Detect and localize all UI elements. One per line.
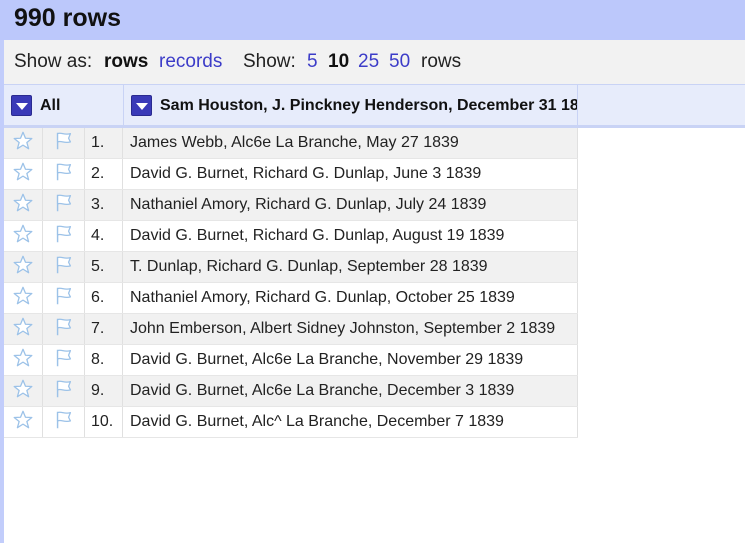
star-icon[interactable]	[12, 378, 34, 405]
table-header: All Sam Houston, J. Pinckney Henderson, …	[4, 84, 745, 128]
star-cell	[4, 252, 43, 282]
flag-cell	[43, 407, 85, 437]
flag-icon[interactable]	[53, 223, 75, 250]
row-count-title: 990 rows	[14, 4, 122, 32]
page-size-25[interactable]: 25	[358, 51, 379, 73]
row-value[interactable]: David G. Burnet, Richard G. Dunlap, Augu…	[123, 221, 578, 251]
page-size-5[interactable]: 5	[307, 51, 318, 73]
flag-icon[interactable]	[53, 254, 75, 281]
table-row: 6. Nathaniel Amory, Richard G. Dunlap, Oc…	[4, 283, 578, 314]
star-icon[interactable]	[12, 254, 34, 281]
row-number: 1.	[85, 128, 123, 158]
star-cell	[4, 407, 43, 437]
row-number: 2.	[85, 159, 123, 189]
flag-cell	[43, 190, 85, 220]
row-number: 7.	[85, 314, 123, 344]
flag-icon[interactable]	[53, 285, 75, 312]
flag-icon[interactable]	[53, 316, 75, 343]
dropdown-arrow-icon[interactable]	[131, 95, 152, 116]
flag-cell	[43, 283, 85, 313]
table-row: 1. James Webb, Alc6e La Branche, May 27 1…	[4, 128, 578, 159]
flag-cell	[43, 314, 85, 344]
star-cell	[4, 221, 43, 251]
flag-cell	[43, 376, 85, 406]
row-value[interactable]: John Emberson, Albert Sidney Johnston, S…	[123, 314, 578, 344]
table-row: 3. Nathaniel Amory, Richard G. Dunlap, Ju…	[4, 190, 578, 221]
table-row: 9. David G. Burnet, Alc6e La Branche, Dec…	[4, 376, 578, 407]
flag-cell	[43, 345, 85, 375]
star-cell	[4, 345, 43, 375]
row-value[interactable]: David G. Burnet, Alc6e La Branche, Novem…	[123, 345, 578, 375]
table-row: 2. David G. Burnet, Richard G. Dunlap, Ju…	[4, 159, 578, 190]
star-icon[interactable]	[12, 130, 34, 157]
star-cell	[4, 314, 43, 344]
star-cell	[4, 376, 43, 406]
star-icon[interactable]	[12, 285, 34, 312]
star-icon[interactable]	[12, 347, 34, 374]
title-bar: 990 rows	[0, 0, 745, 40]
data-column-header: Sam Houston, J. Pinckney Henderson, Dece…	[124, 85, 578, 126]
star-cell	[4, 159, 43, 189]
row-value[interactable]: Nathaniel Amory, Richard G. Dunlap, July…	[123, 190, 578, 220]
all-column-header: All	[4, 85, 124, 126]
dropdown-arrow-icon[interactable]	[11, 95, 32, 116]
row-number: 10.	[85, 407, 123, 437]
row-number: 4.	[85, 221, 123, 251]
show-as-label: Show as:	[14, 51, 93, 72]
rows-suffix: rows	[421, 51, 462, 72]
row-value[interactable]: David G. Burnet, Alc^ La Branche, Decemb…	[123, 407, 578, 437]
star-icon[interactable]	[12, 409, 34, 436]
star-cell	[4, 128, 43, 158]
flag-cell	[43, 128, 85, 158]
star-icon[interactable]	[12, 161, 34, 188]
star-cell	[4, 283, 43, 313]
row-number: 5.	[85, 252, 123, 282]
view-controls: Show as: rows records Show: 5 10 25 50 r…	[4, 40, 745, 84]
star-icon[interactable]	[12, 223, 34, 250]
star-icon[interactable]	[12, 192, 34, 219]
flag-icon[interactable]	[53, 130, 75, 157]
rows-mode-option[interactable]: rows	[104, 51, 148, 73]
row-number: 8.	[85, 345, 123, 375]
flag-cell	[43, 252, 85, 282]
row-value[interactable]: Nathaniel Amory, Richard G. Dunlap, Octo…	[123, 283, 578, 313]
records-mode-link[interactable]: records	[159, 51, 222, 73]
row-value[interactable]: T. Dunlap, Richard G. Dunlap, September …	[123, 252, 578, 282]
show-label: Show:	[243, 51, 296, 72]
flag-icon[interactable]	[53, 161, 75, 188]
flag-cell	[43, 159, 85, 189]
table-body: 1. James Webb, Alc6e La Branche, May 27 1…	[4, 128, 578, 438]
flag-icon[interactable]	[53, 347, 75, 374]
table-row: 7. John Emberson, Albert Sidney Johnston,…	[4, 314, 578, 345]
table-row: 8. David G. Burnet, Alc6e La Branche, Nov…	[4, 345, 578, 376]
flag-cell	[43, 221, 85, 251]
page-size-10[interactable]: 10	[328, 51, 349, 73]
table-row: 5. T. Dunlap, Richard G. Dunlap, Septembe…	[4, 252, 578, 283]
table-row: 10. David G. Burnet, Alc^ La Branche, Dec…	[4, 407, 578, 438]
row-number: 3.	[85, 190, 123, 220]
flag-icon[interactable]	[53, 378, 75, 405]
row-value[interactable]: David G. Burnet, Alc6e La Branche, Decem…	[123, 376, 578, 406]
star-cell	[4, 190, 43, 220]
table-row: 4. David G. Burnet, Richard G. Dunlap, Au…	[4, 221, 578, 252]
flag-icon[interactable]	[53, 409, 75, 436]
column-title: Sam Houston, J. Pinckney Henderson, Dece…	[160, 96, 578, 114]
all-label: All	[40, 96, 61, 114]
flag-icon[interactable]	[53, 192, 75, 219]
star-icon[interactable]	[12, 316, 34, 343]
row-value[interactable]: James Webb, Alc6e La Branche, May 27 183…	[123, 128, 578, 158]
row-number: 6.	[85, 283, 123, 313]
row-number: 9.	[85, 376, 123, 406]
row-value[interactable]: David G. Burnet, Richard G. Dunlap, June…	[123, 159, 578, 189]
page-size-50[interactable]: 50	[389, 51, 410, 73]
